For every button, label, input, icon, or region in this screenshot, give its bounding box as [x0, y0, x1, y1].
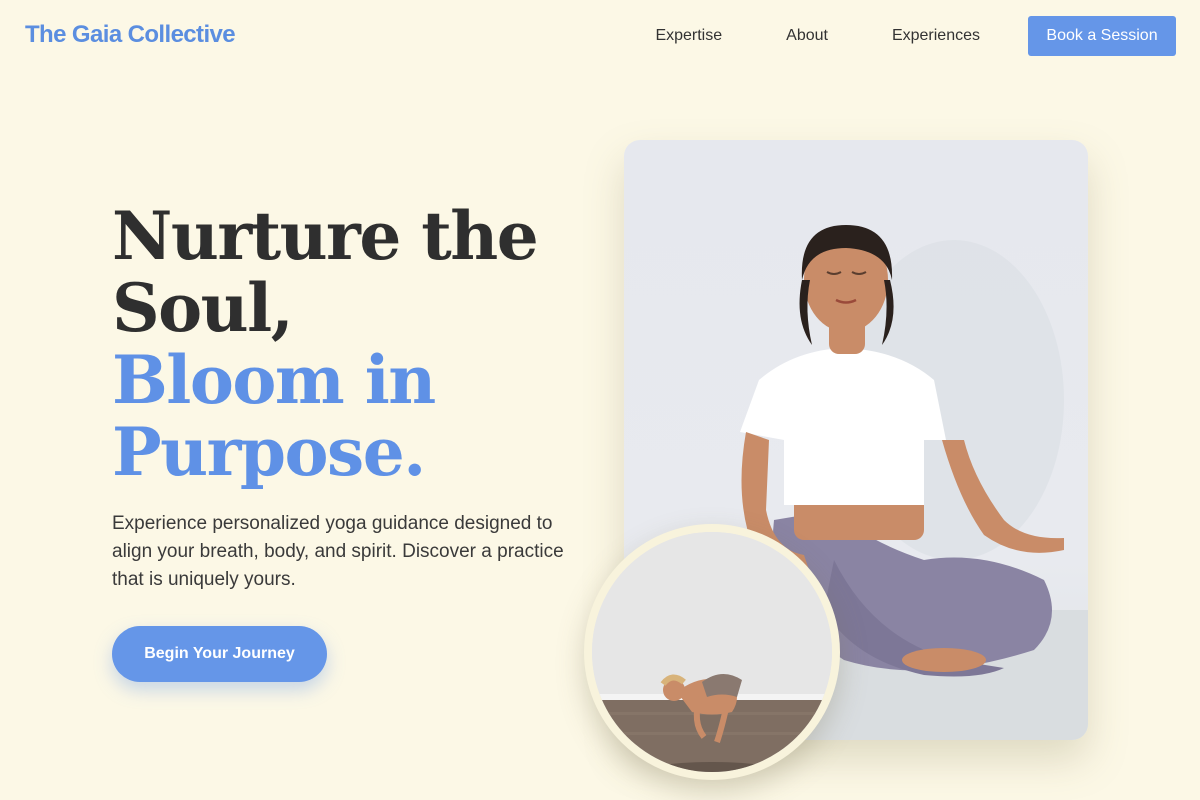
crow-pose-frame [592, 532, 832, 772]
book-session-button[interactable]: Book a Session [1028, 16, 1176, 56]
nav-link-about[interactable]: About [786, 27, 828, 45]
nav-link-expertise[interactable]: Expertise [655, 27, 722, 45]
headline-line-1: Nurture the [112, 197, 539, 275]
headline-line-3: Bloom in [112, 341, 436, 419]
headline-line-4: Purpose. [112, 413, 426, 491]
crow-pose-photo [584, 524, 840, 780]
crow-pose-illustration [592, 532, 832, 772]
landing-page: The Gaia Collective Expertise About Expe… [0, 0, 1200, 800]
begin-journey-button[interactable]: Begin Your Journey [112, 626, 327, 682]
hero-headline: Nurture the Soul, Bloom in Purpose. [112, 197, 539, 491]
headline-line-2: Soul, [112, 269, 294, 347]
hero-description: Experience personalized yoga guidance de… [112, 513, 564, 590]
main-nav: Expertise About Experiences Book a Sessi… [655, 16, 1176, 56]
nav-link-experiences[interactable]: Experiences [892, 27, 980, 45]
brand-logo[interactable]: The Gaia Collective [25, 21, 236, 49]
